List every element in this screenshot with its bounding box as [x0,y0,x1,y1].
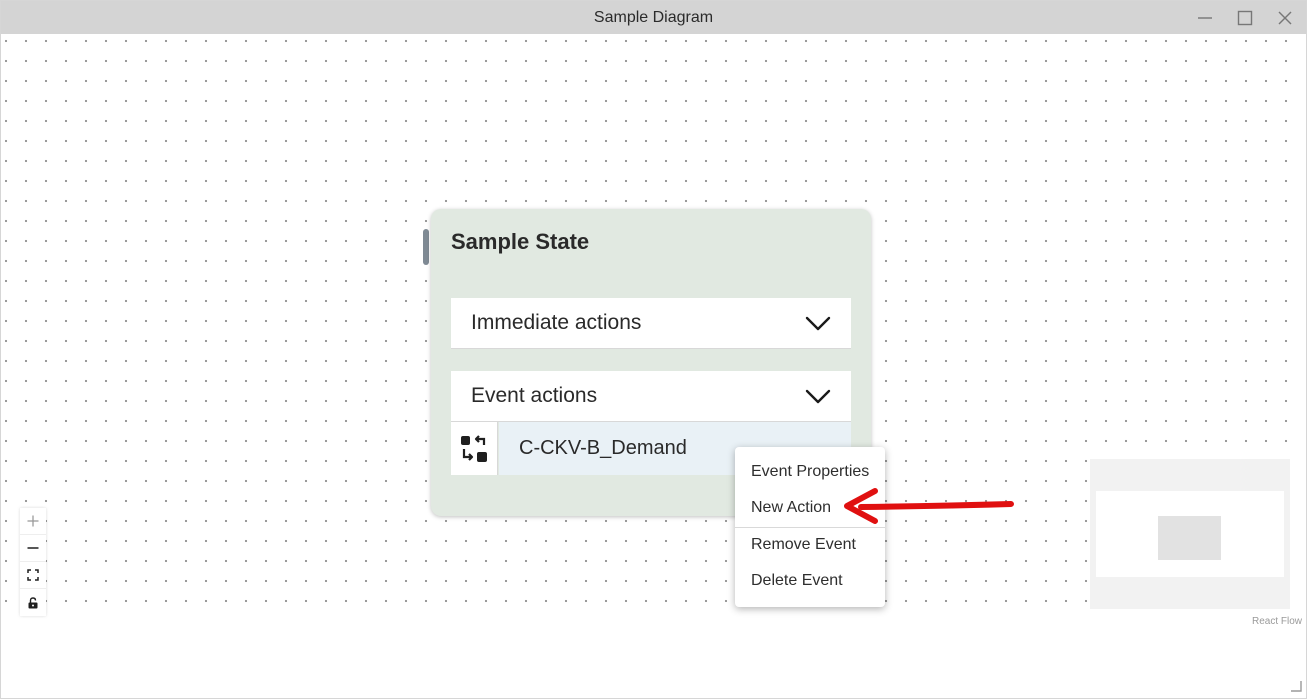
fit-view-icon [27,569,39,581]
resize-grip-icon[interactable] [1289,679,1303,693]
maximize-icon [1237,10,1253,25]
menu-item-new-action[interactable]: New Action [751,499,831,517]
zoom-out-button[interactable] [20,535,46,562]
annotation-arrow-icon [844,488,1014,524]
swap-icon [461,434,487,462]
chevron-down-icon[interactable] [805,386,831,406]
lock-icon [28,596,38,608]
app-window: Sample Diagram Sample State Immediate ac… [0,0,1307,699]
immediate-actions-label: Immediate actions [471,311,642,334]
minimize-icon [1198,16,1212,19]
minimap[interactable] [1090,459,1290,609]
title-bar[interactable]: Sample Diagram [1,1,1306,34]
minimap-node [1158,516,1221,560]
zoom-in-icon [27,515,39,527]
event-actions-section[interactable]: Event actions [451,371,851,422]
menu-item-remove-event[interactable]: Remove Event [751,536,856,554]
immediate-actions-section[interactable]: Immediate actions [451,298,851,349]
zoom-out-icon [27,547,39,549]
fit-view-button[interactable] [20,562,46,589]
context-menu: Event Properties New Action Remove Event… [735,447,885,607]
window-title: Sample Diagram [593,9,714,26]
lock-button[interactable] [20,589,46,616]
minimap-viewport [1096,491,1284,577]
zoom-in-button[interactable] [20,508,46,535]
node-title: Sample State [451,229,590,254]
event-icon-box[interactable] [451,422,498,475]
event-name: C-CKV-B_Demand [519,437,687,459]
close-button[interactable] [1265,1,1305,34]
event-actions-label: Event actions [471,384,598,407]
maximize-button[interactable] [1225,1,1265,34]
menu-item-event-properties[interactable]: Event Properties [751,463,869,481]
node-connection-handle[interactable] [423,229,429,265]
zoom-controls [20,508,46,616]
menu-separator [735,527,885,528]
close-icon [1278,11,1292,24]
chevron-down-icon[interactable] [805,313,831,333]
menu-item-delete-event[interactable]: Delete Event [751,572,843,590]
minimize-button[interactable] [1185,1,1225,34]
attribution-link[interactable]: React Flow [1252,616,1302,627]
